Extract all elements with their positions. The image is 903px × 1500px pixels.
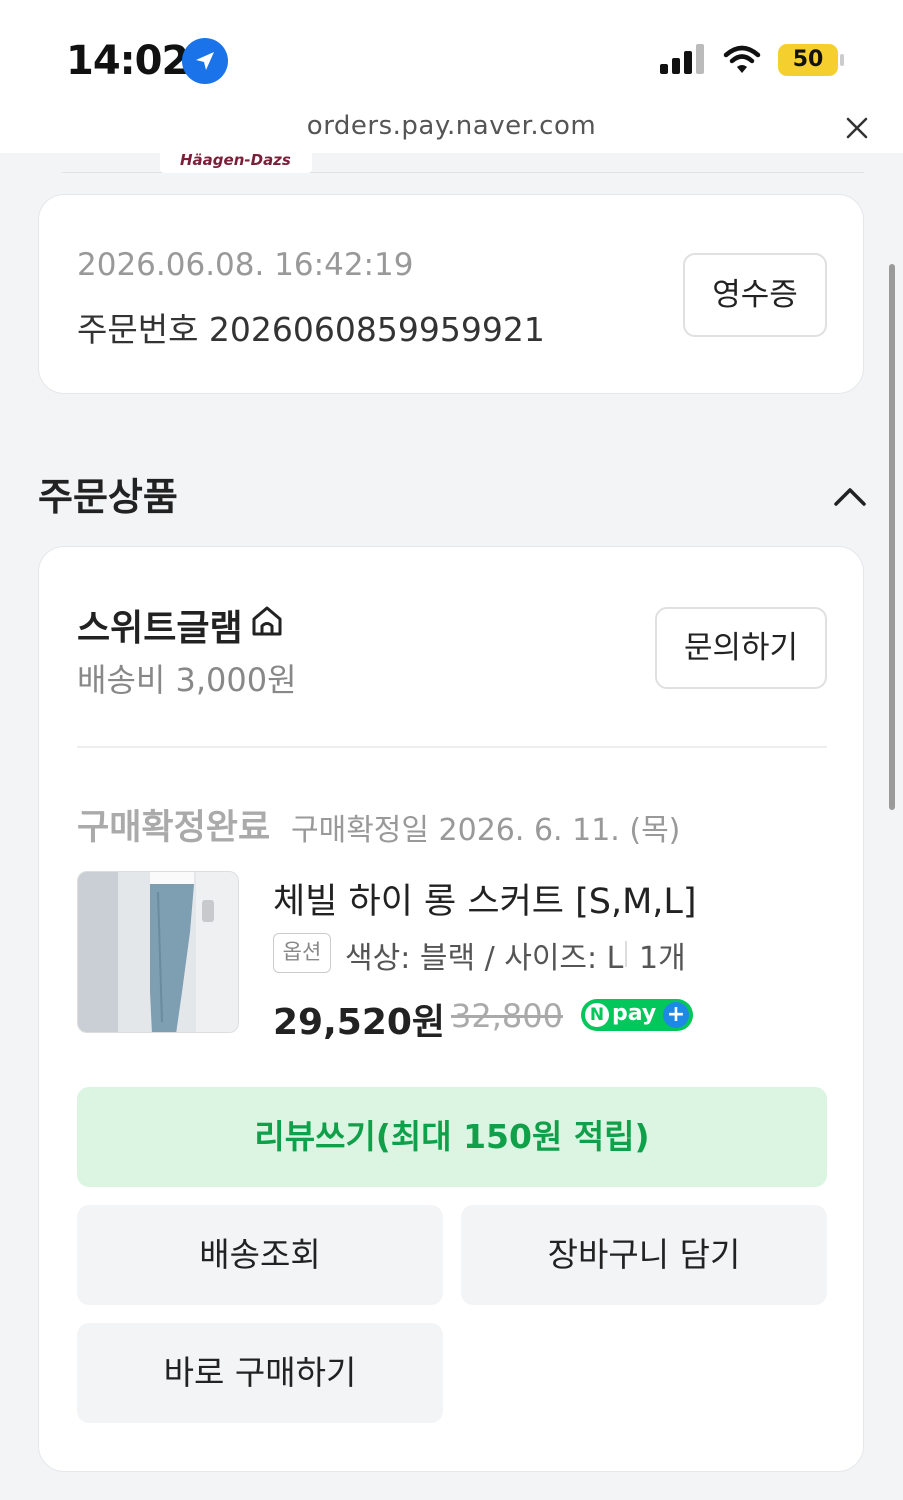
delivery-tracking-button[interactable]: 배송조회 <box>77 1205 443 1305</box>
order-datetime: 2026.06.08. 16:42:19 <box>77 247 414 283</box>
inquiry-button[interactable]: 문의하기 <box>655 607 827 689</box>
scrollbar[interactable] <box>889 264 895 810</box>
wifi-icon <box>722 44 762 78</box>
option-separator <box>625 941 627 967</box>
npay-plus-badge: N pay + <box>581 999 693 1031</box>
previous-item-peek: Häagen-Dazs <box>62 153 864 173</box>
seller-name[interactable]: 스위트글램 <box>77 599 243 651</box>
buy-now-button[interactable]: 바로 구매하기 <box>77 1323 443 1423</box>
purchase-status: 구매확정완료 <box>77 808 271 848</box>
sale-price: 29,520원 <box>273 1002 446 1043</box>
order-info-card: 2026.06.08. 16:42:19 주문번호 20260608599599… <box>38 194 864 394</box>
write-review-button[interactable]: 리뷰쓰기(최대 150원 적립) <box>77 1087 827 1187</box>
status-time: 14:02 <box>66 38 189 84</box>
npay-plus-icon: + <box>663 1002 689 1028</box>
quantity-text: 1개 <box>639 941 686 976</box>
option-badge: 옵션 <box>273 933 331 973</box>
npay-n-icon: N <box>585 1003 609 1027</box>
npay-text: pay <box>612 1001 657 1026</box>
battery-level: 50 <box>792 47 824 72</box>
order-product-card: 스위트글램 배송비 3,000원 문의하기 구매확정완료 구매확정일 2026.… <box>38 546 864 1472</box>
previous-item-thumbnail: Häagen-Dazs <box>160 153 312 173</box>
battery-tip <box>840 54 844 66</box>
add-to-cart-button[interactable]: 장바구니 담기 <box>461 1205 827 1305</box>
order-number: 주문번호 2026060859959921 <box>77 310 545 349</box>
close-icon[interactable] <box>842 113 872 143</box>
option-text: 색상: 블랙 / 사이즈: L <box>345 941 624 976</box>
section-title: 주문상품 <box>38 475 178 519</box>
url-text[interactable]: orders.pay.naver.com <box>0 111 903 141</box>
cellular-signal-icon <box>660 44 706 74</box>
shipping-fee: 배송비 3,000원 <box>77 661 297 699</box>
purchase-confirm-date: 구매확정일 2026. 6. 11. (목) <box>291 813 681 848</box>
chevron-up-icon[interactable] <box>830 476 870 516</box>
original-price: 32,800 <box>451 997 563 1035</box>
receipt-button[interactable]: 영수증 <box>683 253 827 337</box>
store-home-icon[interactable] <box>249 603 285 639</box>
divider <box>77 746 827 748</box>
status-bar: 14:02 50 <box>0 0 903 105</box>
battery-icon: 50 <box>778 44 838 76</box>
product-name[interactable]: 체빌 하이 롱 스커트 [S,M,L] <box>273 873 697 924</box>
previous-item-brand: Häagen-Dazs <box>180 153 291 169</box>
location-arrow-icon <box>182 38 228 84</box>
product-thumbnail[interactable] <box>77 871 239 1033</box>
browser-url-bar: orders.pay.naver.com <box>0 105 903 153</box>
